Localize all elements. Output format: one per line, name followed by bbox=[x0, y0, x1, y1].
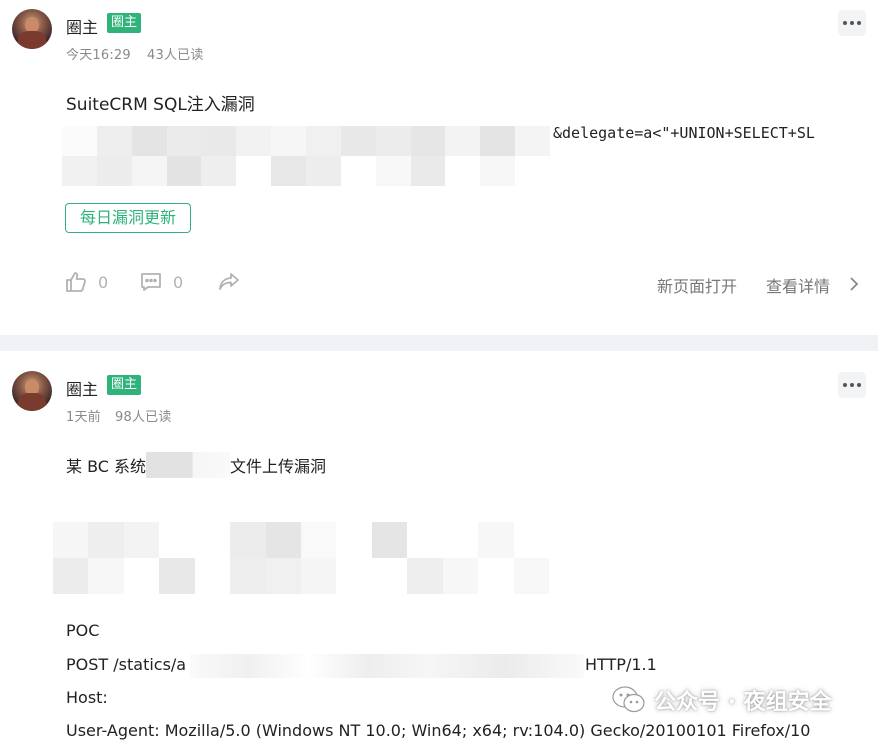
chevron-right-icon[interactable] bbox=[848, 276, 860, 292]
poc-label: POC bbox=[66, 621, 100, 640]
post-time: 今天16:29 bbox=[66, 48, 131, 63]
view-details-link[interactable]: 查看详情 bbox=[766, 273, 830, 297]
wechat-watermark: 公众号 · 夜组安全 bbox=[612, 684, 832, 716]
open-in-new-page-link[interactable]: 新页面打开 bbox=[657, 273, 737, 297]
post-title-prefix[interactable]: 某 BC 系统 bbox=[66, 453, 146, 477]
like-button[interactable]: 0 bbox=[64, 270, 108, 294]
redacted-block bbox=[190, 654, 584, 678]
share-icon bbox=[219, 273, 239, 290]
request-line-suffix: HTTP/1.1 bbox=[585, 655, 657, 674]
comment-button[interactable]: 0 bbox=[139, 270, 183, 294]
user-agent-line: User-Agent: Mozilla/5.0 (Windows NT 10.0… bbox=[66, 721, 811, 740]
share-button[interactable] bbox=[217, 270, 241, 294]
wechat-icon bbox=[612, 686, 645, 713]
post-time: 1天前 bbox=[66, 410, 101, 425]
post-title[interactable]: SuiteCRM SQL注入漏洞 bbox=[66, 90, 255, 115]
comment-icon bbox=[141, 273, 161, 291]
post-divider bbox=[0, 335, 878, 351]
comment-count: 0 bbox=[173, 272, 184, 292]
author-name[interactable]: 圈主 bbox=[66, 14, 98, 38]
redacted-mosaic bbox=[53, 522, 549, 594]
owner-badge: 圈主 bbox=[107, 375, 142, 395]
code-snippet: &delegate=a<"+UNION+SELECT+SL bbox=[553, 124, 815, 142]
topic-tag[interactable]: 每日漏洞更新 bbox=[65, 203, 192, 233]
read-count: 98人已读 bbox=[115, 410, 172, 425]
redacted-mosaic bbox=[62, 126, 550, 186]
host-line: Host: bbox=[66, 688, 108, 707]
author-name[interactable]: 圈主 bbox=[66, 376, 98, 400]
watermark-text: 公众号 · 夜组安全 bbox=[654, 690, 832, 715]
read-count: 43人已读 bbox=[147, 48, 204, 63]
author-avatar[interactable] bbox=[12, 9, 52, 49]
author-avatar[interactable] bbox=[12, 371, 52, 411]
redacted-block bbox=[146, 452, 230, 478]
owner-badge: 圈主 bbox=[107, 13, 142, 33]
thumbs-up-icon bbox=[66, 272, 86, 292]
more-dots-icon[interactable] bbox=[838, 372, 866, 398]
request-line-prefix: POST /statics/a bbox=[66, 655, 187, 674]
like-count: 0 bbox=[98, 272, 109, 292]
more-dots-icon[interactable] bbox=[838, 10, 866, 36]
post-title-suffix[interactable]: 文件上传漏洞 bbox=[230, 453, 326, 477]
